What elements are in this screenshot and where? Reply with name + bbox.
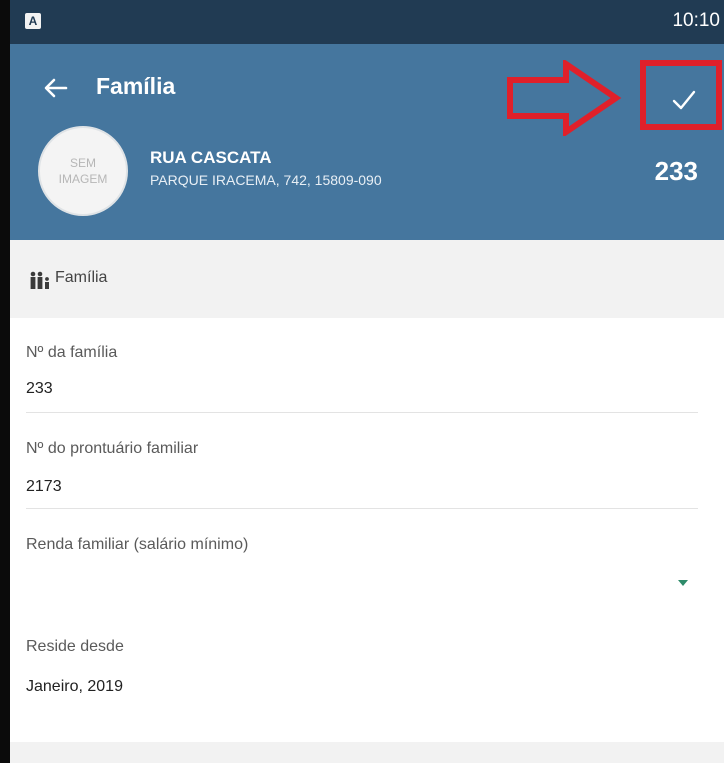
- field-label: Reside desde: [26, 638, 124, 655]
- app-screen: A 10:10 Família SEM IMAGEM RUA CASCATA P…: [10, 0, 724, 763]
- avatar-placeholder-line2: IMAGEM: [58, 172, 108, 186]
- page-title: Família: [96, 73, 176, 99]
- field-value: 233: [26, 380, 53, 397]
- address-line: PARQUE IRACEMA, 742, 15809-090: [150, 172, 382, 188]
- residence-since-field[interactable]: Reside desde Janeiro, 2019: [10, 620, 724, 720]
- street-name: RUA CASCATA: [150, 148, 272, 167]
- family-number-badge: 233: [654, 156, 698, 186]
- field-value: Janeiro, 2019: [26, 678, 123, 695]
- chevron-down-icon[interactable]: [678, 580, 688, 586]
- annotation-arrow-icon: [507, 60, 622, 136]
- status-indicator-icon: A: [25, 13, 41, 29]
- field-label: Nº da família: [26, 344, 118, 361]
- status-bar: A 10:10: [10, 0, 724, 44]
- section-header: Família: [10, 240, 724, 318]
- next-section-header: [10, 742, 724, 763]
- annotation-highlight-box: [640, 60, 722, 130]
- arrow-left-icon[interactable]: [42, 74, 70, 102]
- divider: [26, 508, 698, 509]
- divider: [26, 412, 698, 413]
- app-bar: Família SEM IMAGEM RUA CASCATA PARQUE IR…: [10, 44, 724, 240]
- family-record-number-field[interactable]: Nº do prontuário familiar 2173: [10, 414, 724, 510]
- family-number-field[interactable]: Nº da família 233: [10, 318, 724, 414]
- avatar-placeholder-line1: SEM: [69, 156, 96, 170]
- avatar[interactable]: SEM IMAGEM: [38, 126, 128, 216]
- field-value: 2173: [26, 478, 62, 495]
- family-income-select[interactable]: Renda familiar (salário mínimo): [10, 510, 724, 620]
- family-icon: [30, 271, 49, 289]
- field-label: Renda familiar (salário mínimo): [26, 536, 249, 553]
- field-label: Nº do prontuário familiar: [26, 440, 199, 457]
- status-time: 10:10: [672, 10, 720, 31]
- section-label: Família: [55, 269, 108, 286]
- window-left-border: [0, 0, 10, 763]
